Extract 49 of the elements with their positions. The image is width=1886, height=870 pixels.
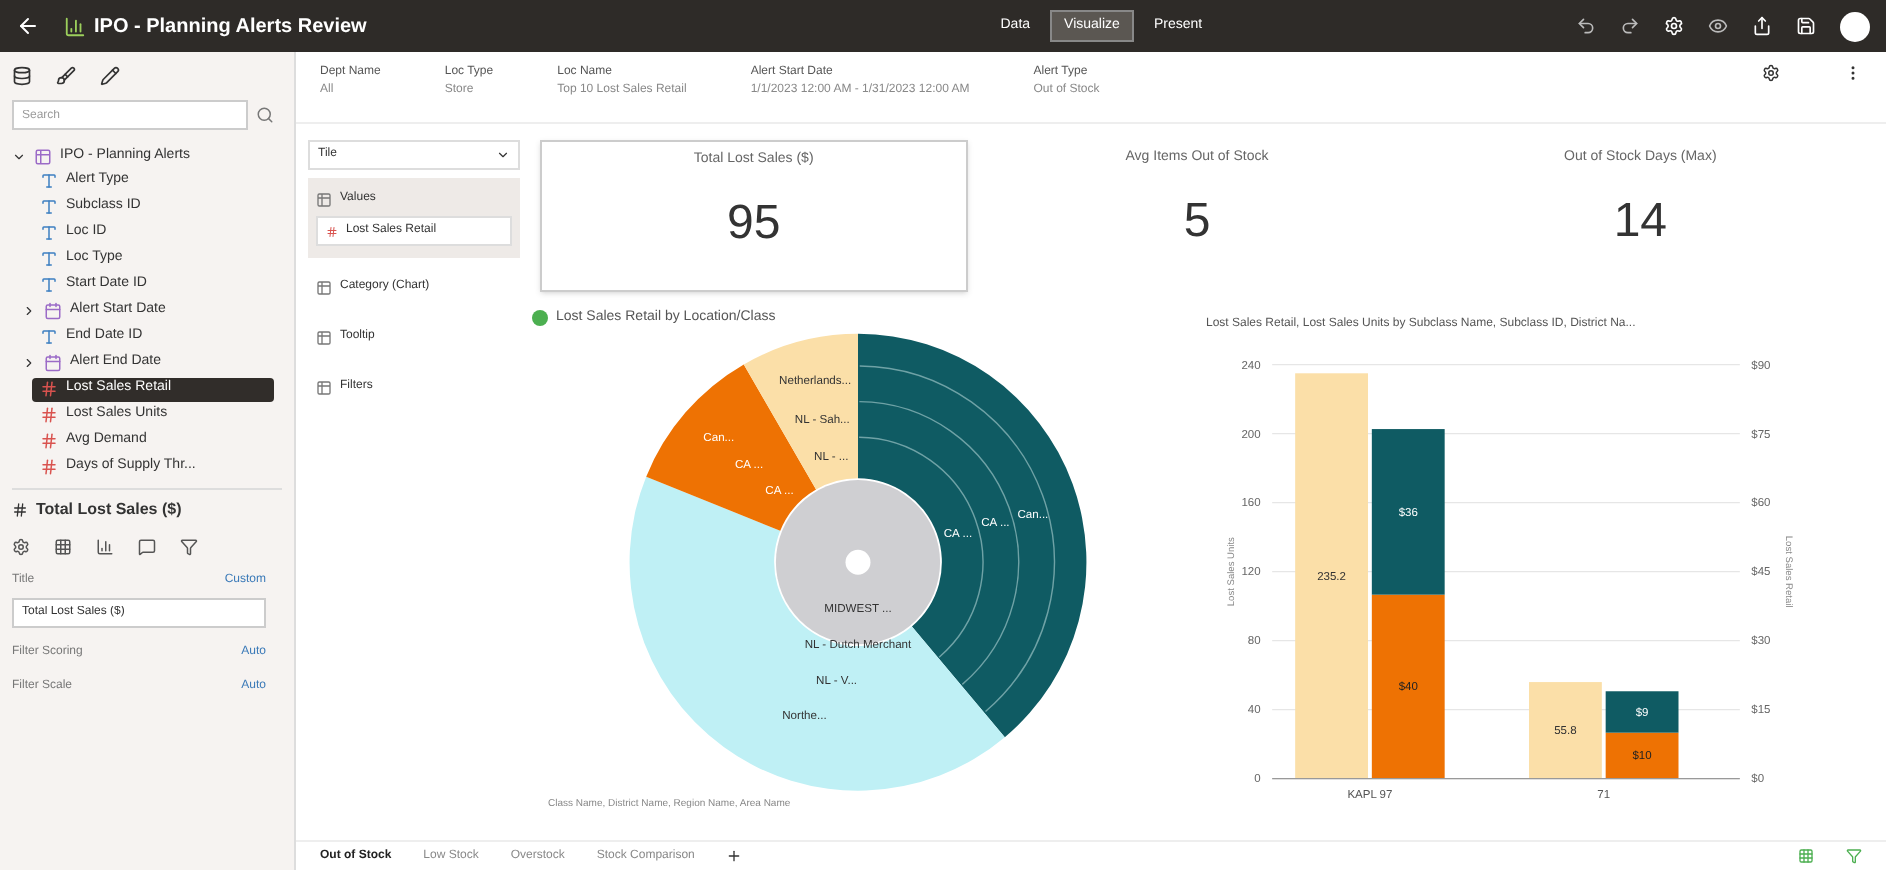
expanded-caret-icon[interactable] <box>12 149 26 164</box>
user-avatar[interactable] <box>1840 11 1870 41</box>
text-attribute-icon <box>40 276 58 294</box>
text-attribute-icon <box>40 172 58 190</box>
center-hole <box>844 548 870 574</box>
hash-icon <box>40 458 58 476</box>
filter-icon[interactable] <box>180 537 198 555</box>
caret-icon <box>496 148 510 162</box>
section-icon <box>316 379 332 395</box>
data-icon[interactable] <box>12 66 32 86</box>
text-attribute-icon <box>40 198 58 216</box>
section-icon <box>316 279 332 295</box>
section-icon <box>316 191 332 207</box>
bar <box>1605 732 1679 779</box>
text-attribute-icon <box>40 224 58 242</box>
undo-icon[interactable] <box>1576 16 1596 36</box>
hash-icon <box>40 406 58 424</box>
add-icon[interactable] <box>726 848 743 864</box>
bar <box>1529 682 1602 779</box>
hash-icon <box>12 501 28 517</box>
expand-caret-icon[interactable] <box>22 304 36 318</box>
pencil-icon[interactable] <box>100 66 120 86</box>
hash-icon <box>40 432 58 450</box>
calendar-icon <box>44 354 62 372</box>
section-icon <box>316 329 332 345</box>
calendar-icon <box>44 302 62 320</box>
chart-icon[interactable] <box>96 537 114 555</box>
settings-icon[interactable] <box>1762 64 1780 82</box>
brush-icon[interactable] <box>56 66 76 86</box>
expand-caret-icon[interactable] <box>22 356 36 370</box>
comment-icon[interactable] <box>138 537 156 555</box>
chart-icon <box>64 15 86 37</box>
filter-icon[interactable] <box>1846 848 1862 864</box>
save-icon[interactable] <box>1796 16 1816 36</box>
properties-heading: Total Lost Sales ($) <box>36 497 182 521</box>
text-attribute-icon <box>40 328 58 346</box>
grid-icon[interactable] <box>54 537 72 555</box>
search-icon[interactable] <box>256 106 274 124</box>
back-icon[interactable] <box>16 14 40 38</box>
text-attribute-icon <box>40 250 58 268</box>
preview-icon[interactable] <box>1708 16 1728 36</box>
settings-icon[interactable] <box>12 537 30 555</box>
hash-icon <box>40 380 58 398</box>
window-title: IPO - Planning Alerts Review <box>94 13 367 41</box>
table-icon <box>34 147 52 166</box>
hash-icon <box>326 225 338 237</box>
bar <box>1605 691 1679 733</box>
export-icon[interactable] <box>1752 16 1772 36</box>
redo-icon[interactable] <box>1620 16 1640 36</box>
